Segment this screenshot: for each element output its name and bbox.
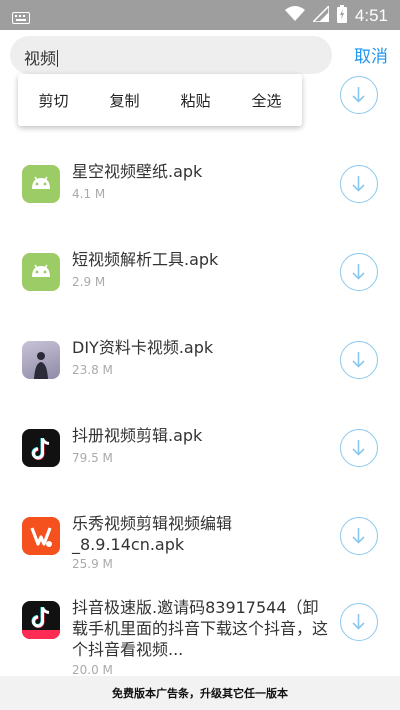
android-icon: [22, 253, 60, 291]
download-button[interactable]: [340, 341, 378, 379]
signal-icon: [311, 4, 330, 26]
tiktok-icon: [22, 429, 60, 467]
download-button[interactable]: [340, 603, 378, 641]
item-title: 抖音极速版.邀请码83917544（卸载手机里面的抖音下载这个抖音，这个抖音看视…: [72, 598, 329, 659]
copy-menu-item[interactable]: 复制: [109, 90, 139, 111]
text-context-menu: 剪切 复制 粘贴 全选: [18, 74, 302, 126]
download-button[interactable]: [340, 165, 378, 203]
list-item[interactable]: 星空视频壁纸.apk 4.1 M: [0, 145, 400, 233]
list-item[interactable]: 乐秀视频剪辑视频编辑_8.9.14cn.apk 25.9 M: [0, 497, 400, 593]
videoshow-icon: [22, 517, 60, 555]
item-size: 4.1 M: [72, 187, 106, 201]
ad-banner-text: 免费版本广告条，升级其它任一版本: [112, 687, 288, 700]
download-button[interactable]: [340, 253, 378, 291]
android-icon: [22, 165, 60, 203]
list-item[interactable]: 抖册视频剪辑.apk 79.5 M: [0, 409, 400, 497]
status-bar: 4:51: [0, 0, 400, 30]
download-button[interactable]: [340, 517, 378, 555]
list-item[interactable]: 抖音极速版.邀请码83917544（卸载手机里面的抖音下载这个抖音，这个抖音看视…: [0, 593, 400, 683]
select-all-menu-item[interactable]: 全选: [251, 90, 281, 111]
item-size: 25.9 M: [72, 557, 113, 571]
list-item[interactable]: 短视频解析工具.apk 2.9 M: [0, 233, 400, 321]
list-item[interactable]: DIY资料卡视频.apk 23.8 M: [0, 321, 400, 409]
item-title: DIY资料卡视频.apk: [72, 338, 214, 357]
ad-banner[interactable]: 免费版本广告条，升级其它任一版本: [0, 676, 400, 710]
cut-menu-item[interactable]: 剪切: [38, 90, 68, 111]
item-size: 79.5 M: [72, 451, 113, 465]
item-size: 2.9 M: [72, 275, 106, 289]
keyboard-icon: [12, 9, 30, 28]
cancel-button[interactable]: 取消: [354, 42, 388, 67]
item-title: 短视频解析工具.apk: [72, 250, 219, 269]
download-button[interactable]: [340, 429, 378, 467]
item-size: 23.8 M: [72, 363, 113, 377]
item-title: 抖册视频剪辑.apk: [72, 426, 203, 445]
download-button[interactable]: [340, 76, 378, 114]
search-input[interactable]: 视频: [10, 36, 332, 74]
photo-icon: [22, 341, 60, 379]
tiktok-lite-icon: [22, 601, 60, 639]
battery-icon: [336, 5, 347, 27]
item-title: 乐秀视频剪辑视频编辑_8.9.14cn.apk: [72, 514, 233, 554]
item-title: 星空视频壁纸.apk: [72, 162, 203, 181]
search-row: 视频 取消: [0, 30, 400, 80]
text-caret: [57, 50, 59, 67]
wifi-icon: [284, 6, 305, 26]
paste-menu-item[interactable]: 粘贴: [180, 90, 210, 111]
search-query-text: 视频: [24, 49, 57, 68]
clock-time: 4:51: [354, 6, 388, 25]
item-size: 20.0 M: [72, 663, 113, 677]
